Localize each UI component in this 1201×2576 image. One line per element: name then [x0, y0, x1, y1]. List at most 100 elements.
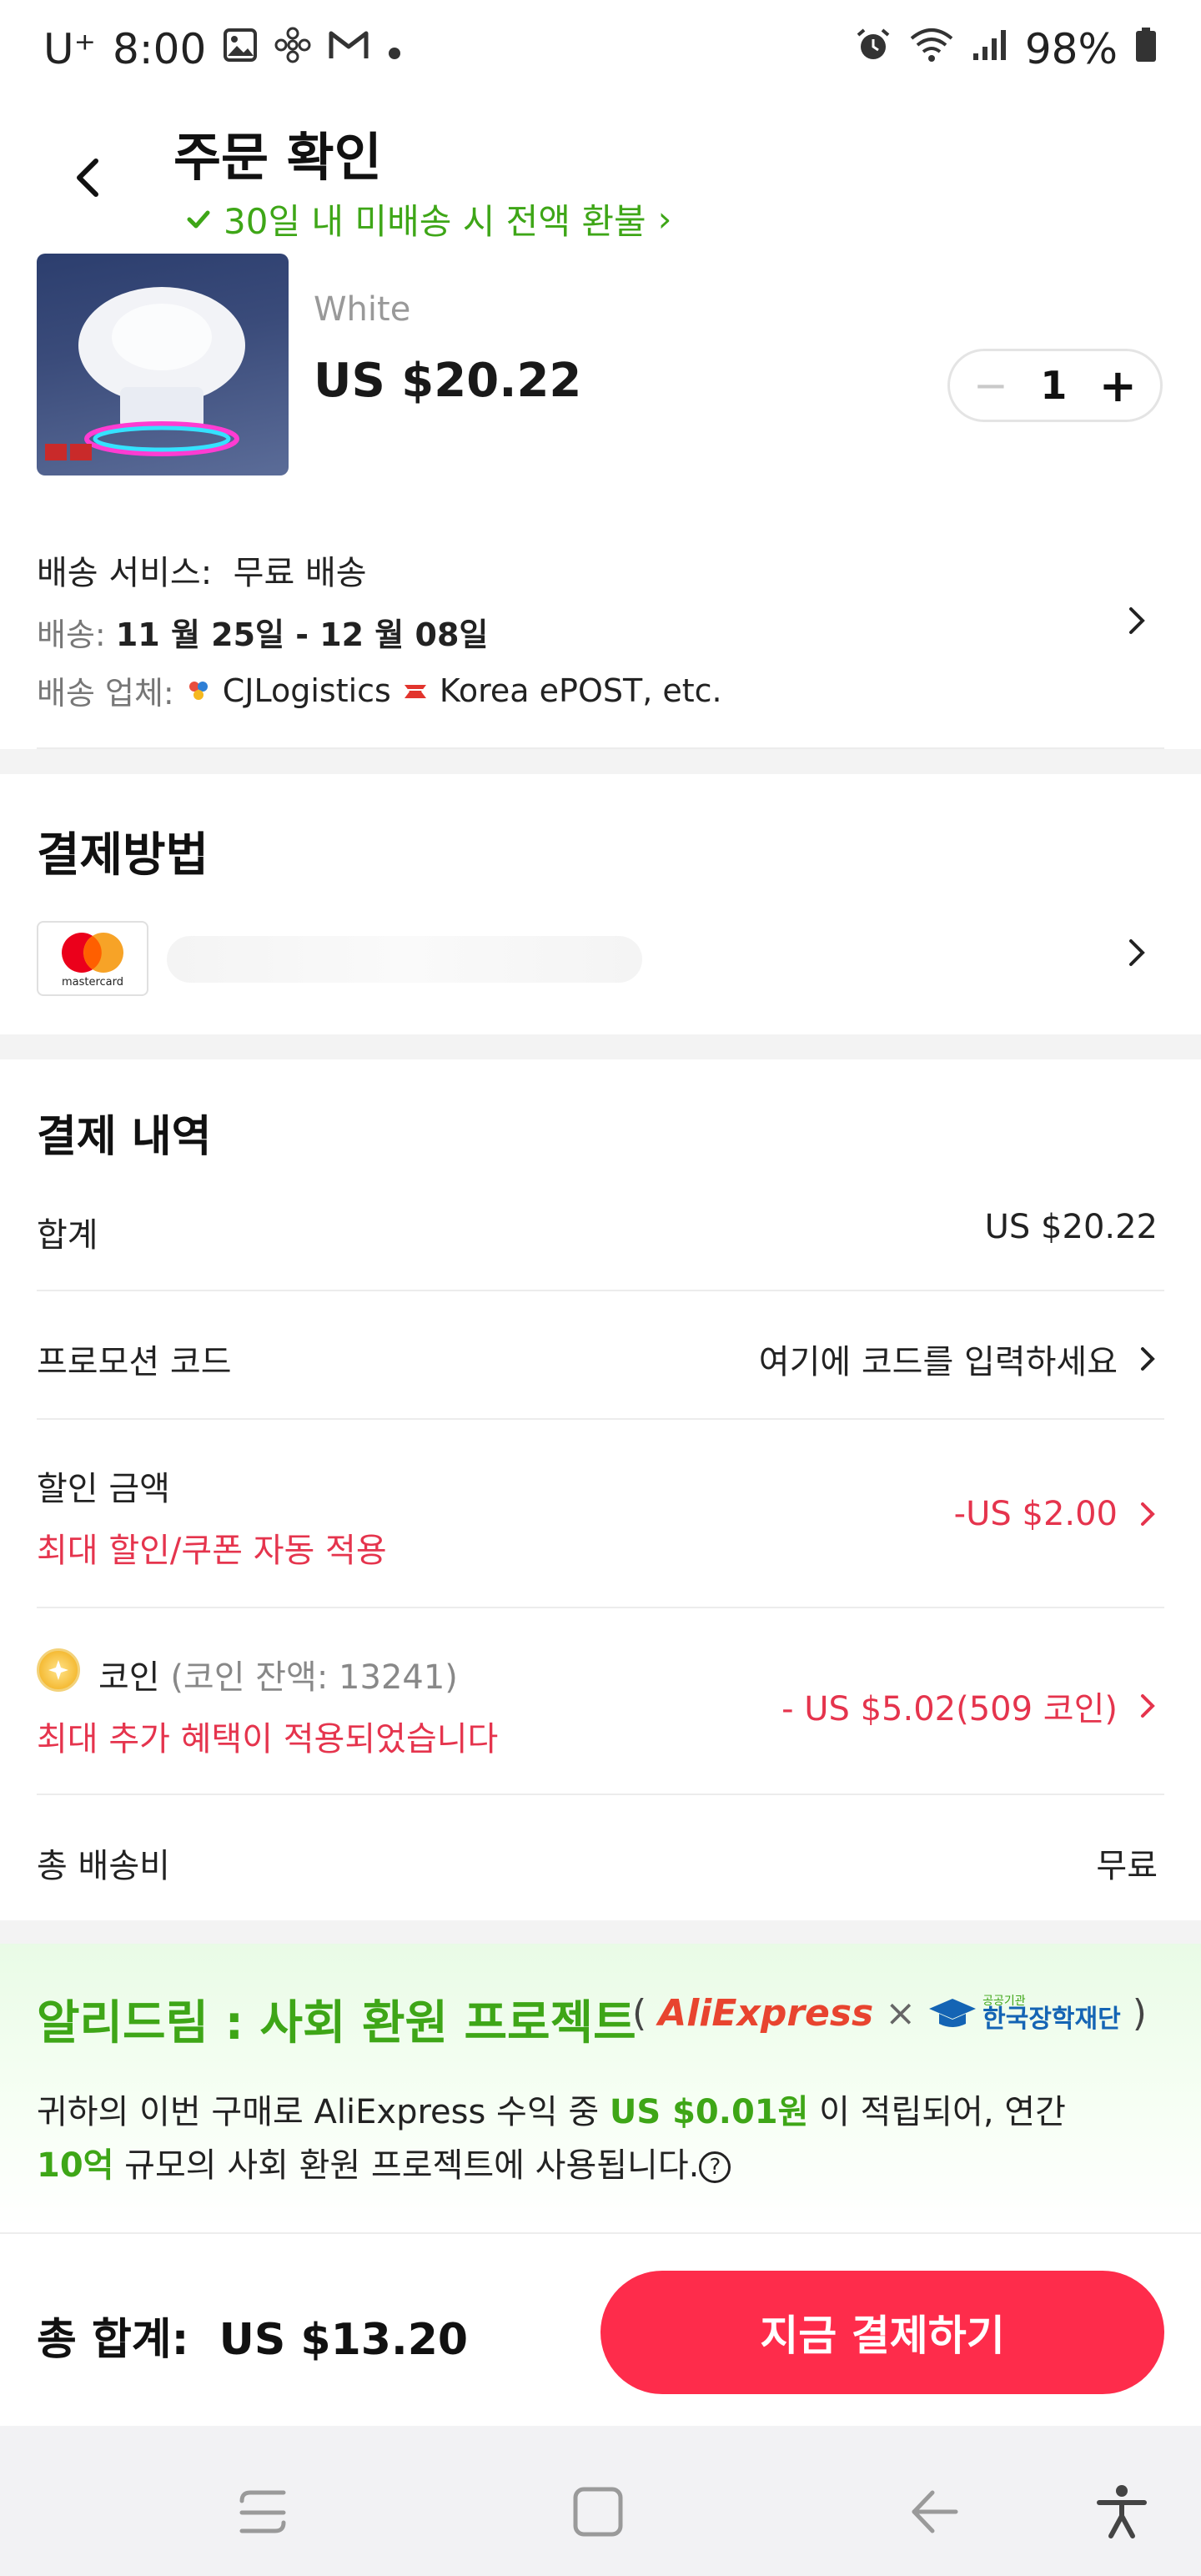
- shipping-service: 배송 서비스: 무료 배송: [37, 546, 367, 594]
- coin-icon: [37, 1648, 80, 1692]
- home-icon[interactable]: [560, 2474, 636, 2549]
- section-gap: [0, 1034, 1201, 1059]
- recents-icon[interactable]: [225, 2474, 300, 2549]
- coin-subtext: 최대 추가 혜택이 적용되었습니다: [37, 1720, 499, 1758]
- carrier-korea-post: Korea ePOST, etc.: [439, 672, 722, 709]
- section-gap: [0, 749, 1201, 774]
- subtotal-value: US $20.22: [985, 1208, 1158, 1246]
- grand-total-label: 총 합계:: [37, 2315, 189, 2365]
- battery-percent: 98%: [1024, 25, 1118, 73]
- back-button[interactable]: [58, 148, 117, 207]
- accessibility-icon[interactable]: [1084, 2474, 1159, 2549]
- discount-value[interactable]: -US $2.00: [954, 1495, 1158, 1533]
- shipping-service-value: 무료 배송: [233, 554, 367, 592]
- page-title: 주문 확인: [173, 127, 382, 188]
- pay-now-button[interactable]: 지금 결제하기: [600, 2271, 1164, 2394]
- refund-notice-link[interactable]: 30일 내 미배송 시 전액 환불 ›: [185, 194, 671, 244]
- product-image[interactable]: [37, 254, 289, 475]
- decrease-quantity-button[interactable]: −: [973, 361, 1008, 410]
- ali-dream-partners: ( AliExpress × 공공기관 한국장학재단 ): [632, 1992, 1147, 2035]
- header: 주문 확인 30일 내 미배송 시 전액 환불 ›: [0, 103, 1201, 254]
- status-bar: U⁺ 8:00 98%: [0, 0, 1201, 103]
- refund-chevron-icon: ›: [657, 199, 672, 239]
- shipping-date-label: 배송:: [37, 616, 106, 653]
- dream-desc-1: 귀하의 이번 구매로 AliExpress 수익 중: [37, 2093, 610, 2131]
- aliexpress-logo: AliExpress: [658, 1992, 874, 2035]
- masked-card-number[interactable]: [167, 936, 642, 983]
- divider: [37, 1607, 1164, 1608]
- shipping-date-value: 11 월 25일 - 12 월 08일: [115, 616, 489, 653]
- graduation-cap-icon: [929, 1998, 977, 2027]
- total-shipping-value: 무료: [1096, 1839, 1158, 1887]
- total-shipping-label: 총 배송비: [37, 1847, 170, 1885]
- promo-chevron-icon: [1141, 1347, 1155, 1371]
- product-variant[interactable]: White: [314, 290, 410, 329]
- coin-label: 코인: [98, 1658, 160, 1697]
- shipping-chevron-icon[interactable]: [1126, 602, 1149, 648]
- coin-chevron-icon: [1141, 1694, 1155, 1718]
- increase-quantity-button[interactable]: +: [1099, 360, 1137, 412]
- dream-desc-2: 이 적립되어, 연간: [808, 2093, 1066, 2131]
- discount-label: 할인 금액: [37, 1470, 170, 1508]
- battery-icon: [1134, 27, 1158, 73]
- ali-dream-description: 귀하의 이번 구매로 AliExpress 수익 중 US $0.01원 이 적…: [37, 2085, 1171, 2192]
- alarm-icon: [855, 27, 892, 73]
- back-icon[interactable]: [896, 2474, 971, 2549]
- payment-details-title: 결제 내역: [37, 1112, 212, 1162]
- partner-open-paren: (: [632, 1992, 647, 2035]
- shipping-carrier-label: 배송 업체:: [37, 675, 174, 712]
- mouse-product-illustration: [45, 287, 245, 460]
- discount-chevron-icon: [1141, 1502, 1155, 1526]
- mastercard-logo[interactable]: mastercard: [37, 921, 148, 996]
- divider: [37, 1794, 1164, 1795]
- shipping-service-label: 배송 서비스:: [37, 554, 213, 592]
- coin-balance: (코인 잔액: 13241): [170, 1658, 458, 1697]
- section-gap: [0, 1920, 1201, 1945]
- divider: [37, 1418, 1164, 1420]
- coin-amount: - US $5.02(509 코인): [781, 1690, 1118, 1728]
- kosaf-name: 한국장학재단: [982, 2004, 1121, 2034]
- status-left: U⁺ 8:00: [43, 25, 403, 73]
- status-right: 98%: [855, 25, 1158, 73]
- help-icon[interactable]: ?: [699, 2151, 731, 2183]
- grand-total-value: US $13.20: [219, 2315, 469, 2365]
- discount-amount: -US $2.00: [953, 1495, 1118, 1533]
- cj-logistics-icon: [188, 681, 208, 700]
- checkmark-icon: [187, 210, 210, 228]
- dream-desc-3: 규모의 사회 환원 프로젝트에 사용됩니다.: [113, 2146, 700, 2185]
- promo-code-input[interactable]: 여기에 코드를 입력하세요: [759, 1335, 1158, 1383]
- dream-desc-scale: 10억: [37, 2146, 114, 2185]
- product-price: US $20.22: [314, 354, 582, 408]
- quantity-stepper: − 1 +: [947, 349, 1163, 422]
- coin-label-row: 코인 (코인 잔액: 13241): [98, 1650, 458, 1698]
- korea-post-icon: [404, 684, 426, 698]
- subtotal-label: 합계: [37, 1216, 98, 1255]
- payment-method-title: 결제방법: [37, 828, 209, 883]
- divider: [37, 1290, 1164, 1291]
- refund-notice-text: 30일 내 미배송 시 전액 환불: [224, 201, 646, 242]
- total-shipping-amount: 무료: [1096, 1847, 1158, 1885]
- wifi-icon: [908, 27, 955, 73]
- shipping-date[interactable]: 배송: 11 월 25일 - 12 월 08일: [37, 609, 488, 655]
- partner-x: ×: [885, 1992, 917, 2035]
- dream-desc-amount: US $0.01원: [609, 2093, 809, 2131]
- dot-icon: [386, 28, 403, 71]
- quantity-value[interactable]: 1: [1040, 363, 1067, 408]
- grand-total: 총 합계: US $13.20: [37, 2304, 468, 2367]
- promo-code-placeholder: 여기에 코드를 입력하세요: [758, 1343, 1118, 1381]
- clock: 8:00: [113, 25, 207, 73]
- card-brand-text: mastercard: [61, 976, 124, 989]
- subtotal-amount: US $20.22: [984, 1208, 1158, 1246]
- kosaf-logo: 공공기관 한국장학재단: [927, 1995, 1121, 2032]
- partner-close-paren: ): [1132, 1992, 1147, 2035]
- carrier-label: U⁺: [43, 25, 96, 73]
- back-arrow-icon: [77, 158, 98, 197]
- gallery-icon: [223, 28, 258, 72]
- gmail-icon: [328, 28, 369, 71]
- coin-value[interactable]: - US $5.02(509 코인): [781, 1682, 1158, 1730]
- shipping-carrier[interactable]: 배송 업체: CJLogistics Korea ePOST, etc.: [37, 667, 722, 713]
- carrier-cj: CJLogistics: [222, 672, 391, 709]
- payment-method-chevron-icon[interactable]: [1126, 934, 1149, 980]
- promo-code-label: 프로모션 코드: [37, 1343, 232, 1381]
- ali-dream-title: 알리드림 : 사회 환원 프로젝트: [37, 1996, 636, 2050]
